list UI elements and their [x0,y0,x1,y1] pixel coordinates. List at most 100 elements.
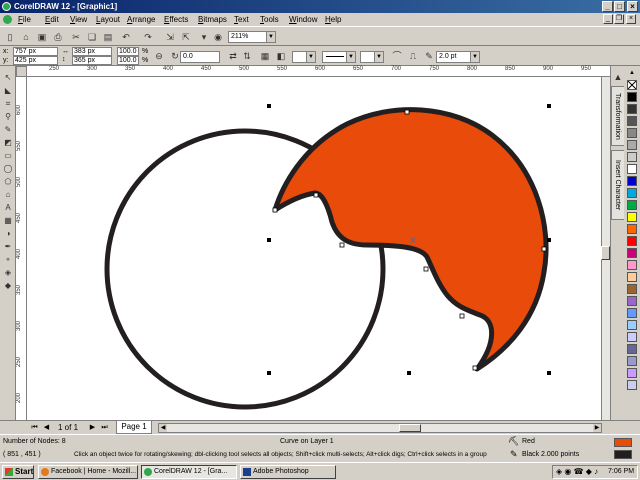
menu-effects[interactable]: Effects [164,14,188,25]
curve-node[interactable] [404,109,410,115]
palette-swatch[interactable] [627,92,637,102]
palette-swatch[interactable] [627,296,637,306]
polygon-tool-icon[interactable]: ⬠ [2,176,14,188]
menu-tools[interactable]: Tools [260,14,279,25]
ellipse-tool-icon[interactable]: ◯ [2,163,14,175]
curve-node[interactable] [313,192,319,198]
palette-swatch[interactable] [627,176,637,186]
selection-handle[interactable] [547,371,551,375]
selection-handle[interactable] [547,104,551,108]
redo-icon[interactable]: ↷ [141,30,155,44]
outline-style-dropdown[interactable]: ▼ [322,51,356,63]
y-position-field[interactable]: 425 px [13,56,58,65]
curve-node[interactable] [339,242,345,248]
curve-node[interactable] [472,365,478,371]
palette-swatch[interactable] [627,272,637,282]
fill-color-swatch[interactable] [614,438,632,447]
menu-window[interactable]: Window [289,14,317,25]
vertical-ruler[interactable]: 600 550 500 450 400 350 300 250 200 [16,77,27,420]
scale-x-field[interactable]: 100.0 [117,47,139,56]
start-arrowhead-dropdown[interactable]: ▼ [292,51,316,63]
palette-swatch[interactable] [627,224,637,234]
drawing-svg[interactable]: × [27,77,601,420]
start-button[interactable]: Start [2,465,34,479]
menu-layout[interactable]: Layout [96,14,120,25]
cut-icon[interactable]: ✂ [69,30,83,44]
palette-swatch[interactable] [627,260,637,270]
shape-tool-icon[interactable]: ◣ [2,85,14,97]
palette-swatch[interactable] [627,140,637,150]
ruler-origin[interactable] [16,66,27,77]
palette-swatch[interactable] [627,320,637,330]
selection-handle[interactable] [547,238,551,242]
rotation-angle-field[interactable]: 0.0 [180,51,220,63]
palette-swatch[interactable] [627,344,637,354]
curve-node[interactable] [541,246,547,252]
palette-swatch[interactable] [627,152,637,162]
application-launcher-icon[interactable]: ▾ [197,30,211,44]
smart-fill-tool-icon[interactable]: ◩ [2,137,14,149]
palette-scroll-up-icon[interactable]: ▲ [627,70,637,76]
menu-view[interactable]: View [70,14,87,25]
scroll-left-icon[interactable]: ◀ [159,424,167,432]
doc-close-button[interactable]: × [626,14,636,24]
docker-scroll-up-icon[interactable]: ▲ [611,70,625,84]
menu-help[interactable]: Help [325,14,341,25]
x-position-field[interactable]: 757 px [13,47,58,56]
width-field[interactable]: 383 px [72,47,112,56]
open-icon[interactable]: ⌂ [19,30,33,44]
break-apart-icon[interactable]: ⎍ [406,49,420,63]
crop-tool-icon[interactable]: ⌗ [2,98,14,110]
scale-y-field[interactable]: 100.0 [117,56,139,65]
print-icon[interactable]: ⎙ [51,30,65,44]
palette-swatch[interactable] [627,380,637,390]
end-arrowhead-dropdown[interactable]: ▼ [360,51,384,63]
selection-handle[interactable] [407,371,411,375]
fill-tool-icon[interactable]: ◈ [2,267,14,279]
interactive-fill-tool-icon[interactable]: ◆ [2,280,14,292]
palette-swatch[interactable] [627,236,637,246]
corel-online-icon[interactable]: ◉ [211,30,225,44]
text-tool-icon[interactable]: A [2,202,14,214]
page-tab[interactable]: Page 1 [116,421,152,434]
docker-tab-transformation[interactable]: Transformation [611,86,625,146]
doc-minimize-button[interactable]: _ [603,14,613,24]
zoom-tool-icon[interactable]: ⚲ [2,111,14,123]
taskbar-item-coreldraw[interactable]: CorelDRAW 12 - [Gra... [141,465,237,479]
scroll-right-icon[interactable]: ▶ [593,424,601,432]
menu-edit[interactable]: Edit [45,14,59,25]
palette-swatch[interactable] [627,284,637,294]
to-front-icon[interactable]: ◧ [274,49,288,63]
maximize-button[interactable]: □ [614,1,625,12]
docker-tab-insert-character[interactable]: Insert Character [611,150,625,220]
outline-color-swatch[interactable] [614,450,632,459]
horizontal-scroll-thumb[interactable] [399,424,421,432]
mirror-vertical-icon[interactable]: ⇅ [240,49,254,63]
palette-swatch[interactable] [627,356,637,366]
table-tool-icon[interactable]: ▦ [2,215,14,227]
menu-arrange[interactable]: Arrange [127,14,155,25]
minimize-button[interactable]: _ [602,1,613,12]
menu-bitmaps[interactable]: Bitmaps [198,14,227,25]
first-page-icon[interactable]: ⏮ [30,423,39,432]
close-curve-icon[interactable]: ⌒ [390,49,404,63]
palette-swatch[interactable] [627,200,637,210]
next-page-icon[interactable]: ▶ [88,423,97,432]
mirror-horizontal-icon[interactable]: ⇄ [226,49,240,63]
lock-ratio-icon[interactable]: ⊖ [152,49,166,63]
basic-shapes-tool-icon[interactable]: ⌂ [2,189,14,201]
curve-node[interactable] [423,266,429,272]
zoom-level-dropdown[interactable]: 211% ▼ [228,31,276,43]
pick-tool-icon[interactable]: ↖ [2,72,14,84]
palette-swatch[interactable] [627,368,637,378]
taskbar-item-firefox[interactable]: Facebook | Home - Mozill... [38,465,138,479]
selection-handle[interactable] [267,371,271,375]
palette-swatch[interactable] [627,104,637,114]
interactive-blend-tool-icon[interactable]: ◑ [2,228,14,240]
drawing-canvas[interactable]: × [27,77,601,420]
selection-handle[interactable] [267,104,271,108]
import-icon[interactable]: ⇲ [163,30,177,44]
wrap-text-icon[interactable]: ▦ [258,49,272,63]
previous-page-icon[interactable]: ◀ [42,423,51,432]
export-icon[interactable]: ⇱ [179,30,193,44]
